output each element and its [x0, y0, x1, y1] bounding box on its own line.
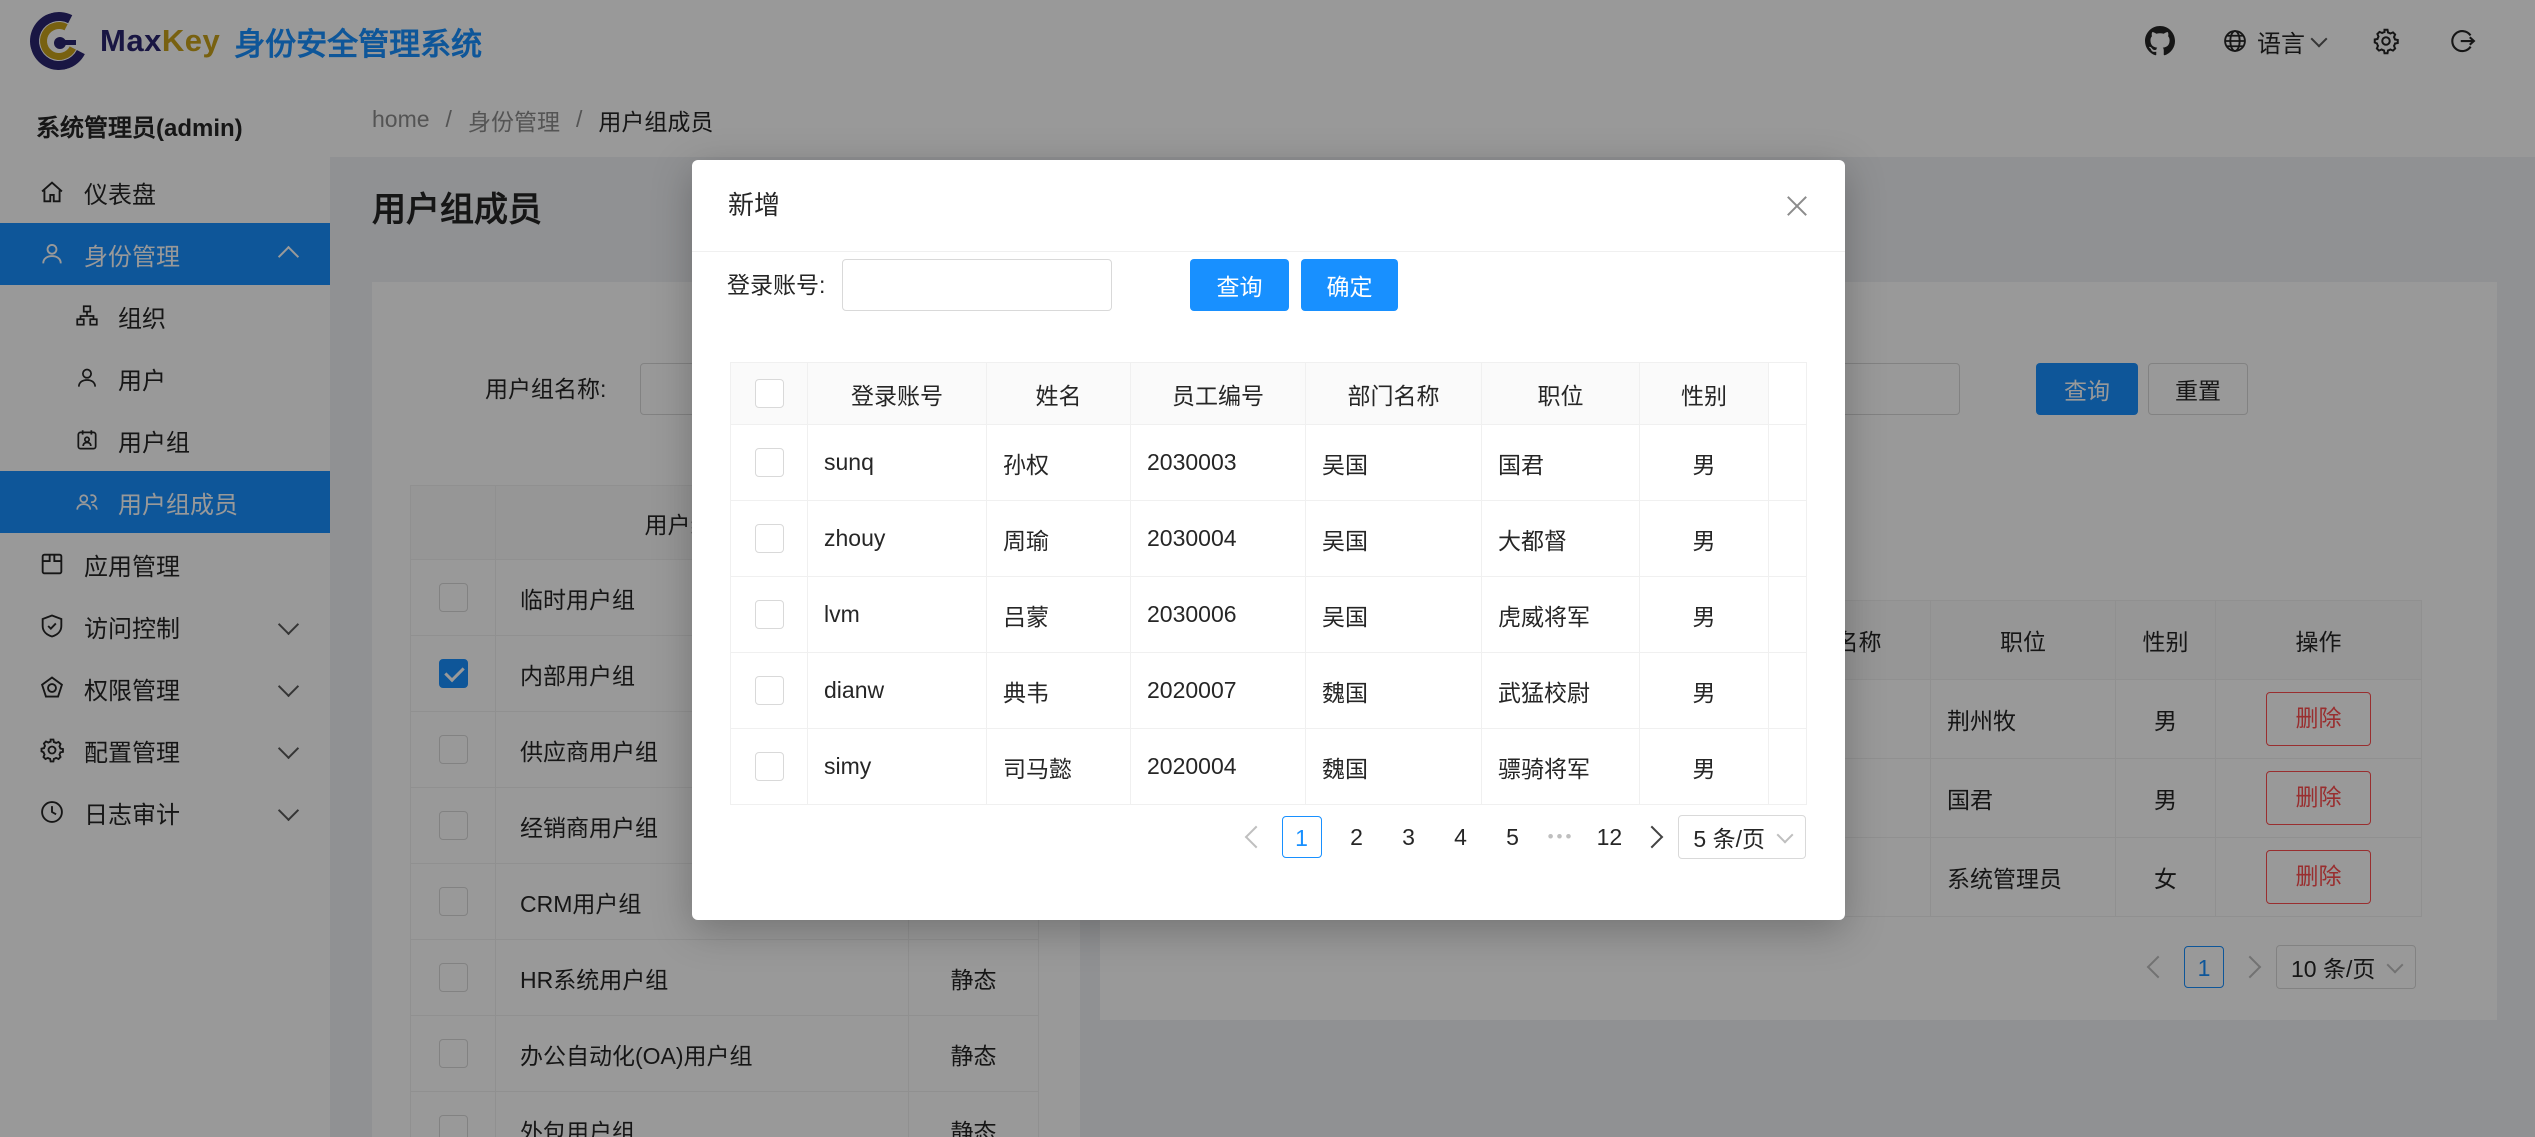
candidate-gender-cell: 男: [1640, 501, 1769, 577]
chevron-down-icon: [1777, 827, 1794, 844]
candidate-gender-cell: 男: [1640, 729, 1769, 805]
gender-header: 性别: [1640, 363, 1769, 425]
candidate-dept-cell: 魏国: [1306, 729, 1482, 805]
candidate-empno-cell: 2030003: [1131, 425, 1306, 501]
candidate-gender-cell: 男: [1640, 653, 1769, 729]
spacer-header: [1769, 363, 1807, 425]
select-all-checkbox[interactable]: [755, 379, 784, 408]
page-size-value: 5 条/页: [1693, 820, 1765, 854]
candidate-account-cell: sunq: [808, 425, 987, 501]
candidate-dept-cell: 吴国: [1306, 501, 1482, 577]
page-number[interactable]: 2: [1340, 824, 1374, 851]
candidate-account-cell: simy: [808, 729, 987, 805]
candidate-position-cell: 国君: [1482, 425, 1640, 501]
page-number[interactable]: 12: [1592, 824, 1626, 851]
add-member-modal: 新增 登录账号: 查询 确定 登录账号 姓名 员工编号 部门名称 职位 性别 s…: [692, 160, 1845, 920]
spacer-cell: [1769, 729, 1807, 805]
candidate-empno-cell: 2020007: [1131, 653, 1306, 729]
candidate-checkbox[interactable]: [755, 524, 784, 553]
candidate-checkbox[interactable]: [755, 448, 784, 477]
candidate-account-cell: dianw: [808, 653, 987, 729]
candidate-checkbox-cell: [731, 729, 808, 805]
page-numbers: 12345•••12: [1282, 816, 1627, 858]
candidate-checkbox-cell: [731, 653, 808, 729]
close-icon[interactable]: [1783, 192, 1811, 220]
app-window: MaxKey 身份安全管理系统 语言 系统管理员(admin) 仪表盘身份管理组…: [0, 0, 2535, 1137]
candidate-name-cell: 司马懿: [987, 729, 1131, 805]
modal-query-button[interactable]: 查询: [1190, 259, 1289, 311]
candidate-name-cell: 周瑜: [987, 501, 1131, 577]
candidate-position-cell: 大都督: [1482, 501, 1640, 577]
candidate-name-cell: 典韦: [987, 653, 1131, 729]
candidate-dept-cell: 吴国: [1306, 577, 1482, 653]
candidate-checkbox[interactable]: [755, 600, 784, 629]
modal-title: 新增: [728, 160, 780, 251]
candidate-position-cell: 骠骑将军: [1482, 729, 1640, 805]
candidate-checkbox-cell: [731, 425, 808, 501]
candidate-name-cell: 孙权: [987, 425, 1131, 501]
candidate-empno-cell: 2020004: [1131, 729, 1306, 805]
select-all-header-cell: [731, 363, 808, 425]
page-ellipsis[interactable]: •••: [1548, 827, 1575, 847]
modal-pagination: 12345•••12 5 条/页: [1248, 815, 1806, 859]
candidate-user-row: simy司马懿2020004魏国骠骑将军男: [731, 729, 1807, 805]
page-size-select[interactable]: 5 条/页: [1678, 815, 1806, 859]
page-number[interactable]: 3: [1392, 824, 1426, 851]
candidate-position-cell: 虎威将军: [1482, 577, 1640, 653]
account-search-label: 登录账号:: [727, 259, 825, 311]
candidate-user-row: dianw典韦2020007魏国武猛校尉男: [731, 653, 1807, 729]
spacer-cell: [1769, 653, 1807, 729]
position-header: 职位: [1482, 363, 1640, 425]
candidate-dept-cell: 吴国: [1306, 425, 1482, 501]
page-number[interactable]: 5: [1496, 824, 1530, 851]
modal-ok-button[interactable]: 确定: [1301, 259, 1398, 311]
candidate-user-row: zhouy周瑜2030004吴国大都督男: [731, 501, 1807, 577]
candidate-account-cell: lvm: [808, 577, 987, 653]
name-header: 姓名: [987, 363, 1131, 425]
candidate-dept-cell: 魏国: [1306, 653, 1482, 729]
spacer-cell: [1769, 425, 1807, 501]
candidate-user-row: sunq孙权2030003吴国国君男: [731, 425, 1807, 501]
empno-header: 员工编号: [1131, 363, 1306, 425]
account-header: 登录账号: [808, 363, 987, 425]
dept-header: 部门名称: [1306, 363, 1482, 425]
candidate-checkbox[interactable]: [755, 676, 784, 705]
next-page-icon[interactable]: [1641, 826, 1664, 849]
candidate-checkbox-cell: [731, 577, 808, 653]
spacer-cell: [1769, 501, 1807, 577]
candidate-checkbox[interactable]: [755, 752, 784, 781]
candidate-gender-cell: 男: [1640, 425, 1769, 501]
candidate-position-cell: 武猛校尉: [1482, 653, 1640, 729]
modal-header: 新增: [692, 160, 1845, 252]
candidate-user-row: lvm吕蒙2030006吴国虎威将军男: [731, 577, 1807, 653]
candidate-checkbox-cell: [731, 501, 808, 577]
page-number[interactable]: 4: [1444, 824, 1478, 851]
page-number[interactable]: 1: [1282, 816, 1322, 858]
candidate-gender-cell: 男: [1640, 577, 1769, 653]
spacer-cell: [1769, 577, 1807, 653]
account-search-input[interactable]: [842, 259, 1112, 311]
candidate-user-table: 登录账号 姓名 员工编号 部门名称 职位 性别 sunq孙权2030003吴国国…: [730, 362, 1807, 805]
candidate-name-cell: 吕蒙: [987, 577, 1131, 653]
prev-page-icon[interactable]: [1244, 826, 1267, 849]
candidate-empno-cell: 2030004: [1131, 501, 1306, 577]
candidate-account-cell: zhouy: [808, 501, 987, 577]
candidate-empno-cell: 2030006: [1131, 577, 1306, 653]
